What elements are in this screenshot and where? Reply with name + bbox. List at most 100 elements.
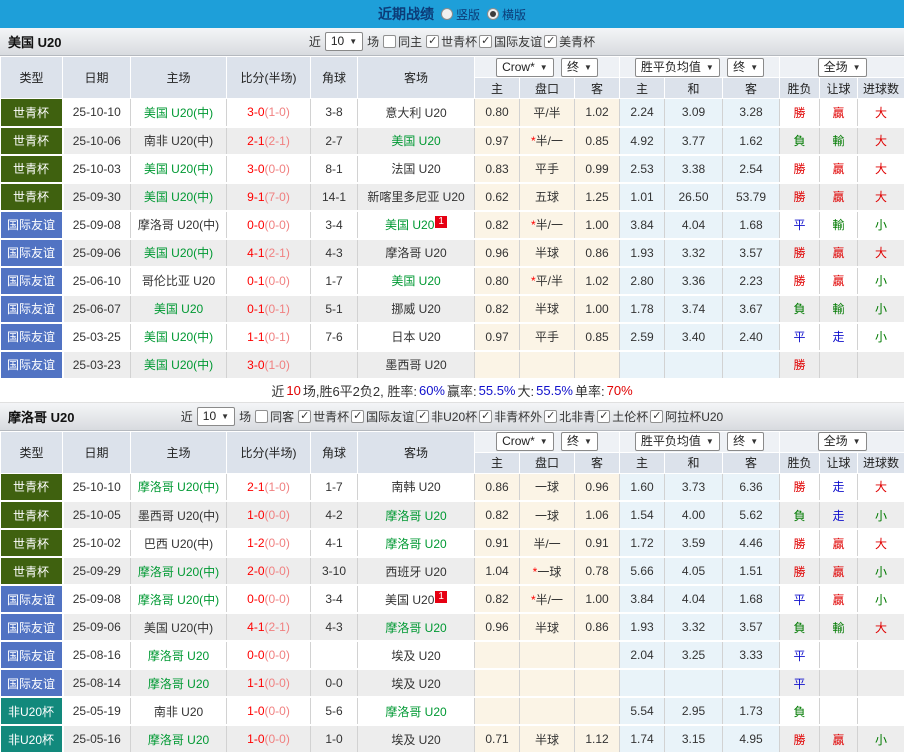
team-name-link[interactable]: 墨西哥 U20 xyxy=(385,358,446,372)
team-name-link[interactable]: 美国 U20 xyxy=(385,218,434,232)
score-cell: 9-1(7-0) xyxy=(227,183,311,211)
odds-cell: 0.83 xyxy=(475,155,520,183)
competition-filter[interactable]: 世青杯 xyxy=(298,408,349,425)
team-name-link[interactable]: 美国 U20 xyxy=(391,274,440,288)
checkbox-icon[interactable] xyxy=(544,35,557,48)
team-name-link[interactable]: 摩洛哥 U20 xyxy=(385,621,446,635)
checkbox-icon[interactable] xyxy=(479,410,492,423)
match-row: 国际友谊25-03-23美国 U20(中)3-0(1-0)墨西哥 U20勝 xyxy=(1,351,904,379)
team-name-link[interactable]: 南非 U20 xyxy=(154,705,203,719)
team-name-link[interactable]: 埃及 U20 xyxy=(391,677,440,691)
avg-time-select[interactable]: 终 xyxy=(727,432,764,451)
col-header-odds-away: 客 xyxy=(575,78,620,99)
odds-cell xyxy=(475,697,520,725)
team-name-link[interactable]: 摩洛哥 U20 xyxy=(148,677,209,691)
team-name-link[interactable]: 哥伦比亚 U20 xyxy=(142,274,215,288)
checkbox-icon[interactable] xyxy=(416,410,429,423)
avg-time-select[interactable]: 终 xyxy=(727,58,764,77)
team-name-link[interactable]: 南非 U20(中) xyxy=(144,134,213,148)
team-name-link[interactable]: 西班牙 U20 xyxy=(385,565,446,579)
checkbox-icon[interactable] xyxy=(255,410,268,423)
team-name-link[interactable]: 美国 U20(中) xyxy=(144,621,213,635)
team-name-link[interactable]: 美国 U20(中) xyxy=(144,106,213,120)
team-name-link[interactable]: 美国 U20(中) xyxy=(144,330,213,344)
team-name-link[interactable]: 摩洛哥 U20(中) xyxy=(138,218,219,232)
competition-filter[interactable]: 世青杯 xyxy=(426,33,477,50)
team-name-link[interactable]: 埃及 U20 xyxy=(391,733,440,747)
same-venue-filter[interactable]: 同主 xyxy=(383,33,422,50)
team-name-link[interactable]: 巴西 U20(中) xyxy=(144,537,213,551)
team-name-link[interactable]: 摩洛哥 U20 xyxy=(385,246,446,260)
team-name-link[interactable]: 挪威 U20 xyxy=(391,302,440,316)
odds-time-select[interactable]: 终 xyxy=(561,58,598,77)
competition-filter[interactable]: 非青杯外 xyxy=(479,408,542,425)
radio-icon[interactable] xyxy=(487,8,499,20)
team-name-link[interactable]: 摩洛哥 U20 xyxy=(385,509,446,523)
odds-cell xyxy=(475,351,520,379)
competition-filter[interactable]: 土伦杯 xyxy=(597,408,648,425)
team-name-link[interactable]: 美国 U20 xyxy=(385,593,434,607)
checkbox-icon[interactable] xyxy=(597,410,610,423)
scope-select[interactable]: 全场 xyxy=(818,432,867,451)
competition-filter[interactable]: 非U20杯 xyxy=(416,408,477,425)
team-name-link[interactable]: 美国 U20 xyxy=(154,302,203,316)
avg-odds-select[interactable]: 胜平负均值 xyxy=(635,58,720,77)
team-name-link[interactable]: 摩洛哥 U20 xyxy=(148,733,209,747)
checkbox-icon[interactable] xyxy=(479,35,492,48)
team-name-link[interactable]: 意大利 U20 xyxy=(385,106,446,120)
competition-filter[interactable]: 美青杯 xyxy=(544,33,595,50)
team-name-link[interactable]: 南韩 U20 xyxy=(391,480,440,494)
team-name-link[interactable]: 美国 U20 xyxy=(391,134,440,148)
checkbox-icon[interactable] xyxy=(544,410,557,423)
checkbox-icon[interactable] xyxy=(650,410,663,423)
checkbox-icon[interactable] xyxy=(298,410,311,423)
match-date-cell: 25-03-23 xyxy=(63,351,131,379)
match-date-cell: 25-08-14 xyxy=(63,669,131,697)
col-header-goals: 进球数 xyxy=(858,452,904,473)
same-venue-label: 同主 xyxy=(398,33,422,50)
team-name-link[interactable]: 法国 U20 xyxy=(391,162,440,176)
team-name-link[interactable]: 美国 U20(中) xyxy=(144,246,213,260)
recent-count-select[interactable]: 10 xyxy=(197,407,235,426)
team-name-link[interactable]: 摩洛哥 U20(中) xyxy=(138,593,219,607)
checkbox-icon[interactable] xyxy=(383,35,396,48)
same-venue-filter[interactable]: 同客 xyxy=(255,408,294,425)
odds-time-select[interactable]: 终 xyxy=(561,432,598,451)
result-cell: 平 xyxy=(780,323,820,351)
team-name-link[interactable]: 新喀里多尼亚 U20 xyxy=(367,190,464,204)
checkbox-icon[interactable] xyxy=(426,35,439,48)
team-name-link[interactable]: 埃及 U20 xyxy=(391,649,440,663)
team-name-link[interactable]: 日本 U20 xyxy=(391,330,440,344)
odds-cell: 0.80 xyxy=(475,99,520,127)
match-date-cell: 25-06-10 xyxy=(63,267,131,295)
team-name-link[interactable]: 摩洛哥 U20(中) xyxy=(138,565,219,579)
radio-icon[interactable] xyxy=(441,8,453,20)
avg-odds-cell: 5.66 xyxy=(620,557,665,585)
odds-provider-select[interactable]: Crow* xyxy=(496,58,554,77)
layout-radio-horizontal[interactable]: 横版 xyxy=(487,6,526,23)
team-name-link[interactable]: 美国 U20(中) xyxy=(144,190,213,204)
result-cell: 負 xyxy=(780,295,820,323)
avg-odds-select[interactable]: 胜平负均值 xyxy=(635,432,720,451)
odds-provider-select[interactable]: Crow* xyxy=(496,432,554,451)
competition-filter[interactable]: 国际友谊 xyxy=(479,33,542,50)
team-name-link[interactable]: 摩洛哥 U20 xyxy=(148,649,209,663)
checkbox-icon[interactable] xyxy=(351,410,364,423)
avg-odds-cell: 2.95 xyxy=(665,697,723,725)
team-name-link[interactable]: 美国 U20(中) xyxy=(144,162,213,176)
recent-count-select[interactable]: 10 xyxy=(325,32,363,51)
layout-radio-vertical[interactable]: 竖版 xyxy=(441,6,480,23)
team-name-link[interactable]: 摩洛哥 U20 xyxy=(385,705,446,719)
team-name-link[interactable]: 墨西哥 U20(中) xyxy=(138,509,219,523)
scope-select[interactable]: 全场 xyxy=(818,58,867,77)
away-team-cell: 南韩 U20 xyxy=(358,473,475,501)
competition-filter[interactable]: 阿拉杯U20 xyxy=(650,408,723,425)
odds-cell: 1.25 xyxy=(575,183,620,211)
competition-filter[interactable]: 北非青 xyxy=(544,408,595,425)
competition-filter[interactable]: 国际友谊 xyxy=(351,408,414,425)
avg-odds-cell: 3.67 xyxy=(723,295,780,323)
team-name-link[interactable]: 摩洛哥 U20 xyxy=(385,537,446,551)
team-name-link[interactable]: 摩洛哥 U20(中) xyxy=(138,480,219,494)
team-name-link[interactable]: 美国 U20(中) xyxy=(144,358,213,372)
avg-odds-cell: 2.23 xyxy=(723,267,780,295)
